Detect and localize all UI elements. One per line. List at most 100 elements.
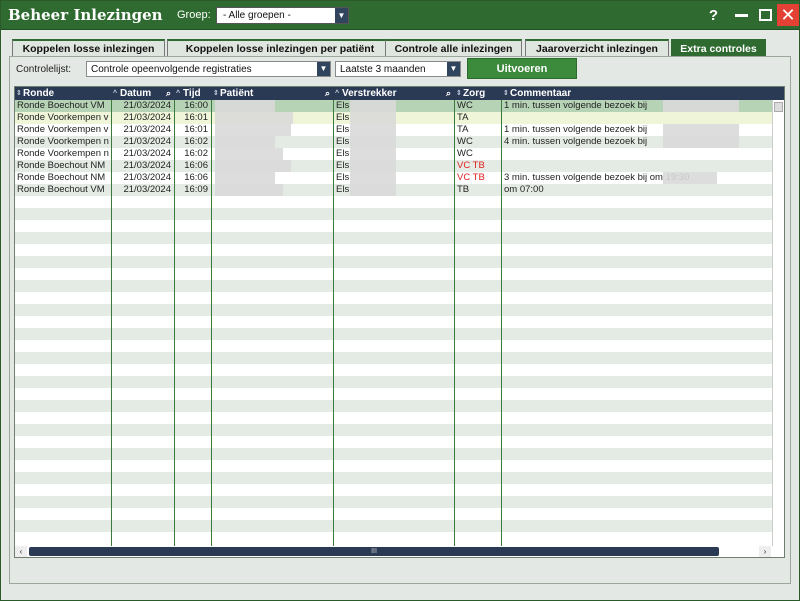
controlelijst-value: Controle opeenvolgende registraties [91, 64, 252, 75]
cell-commentaar [502, 160, 772, 172]
column-divider [174, 100, 175, 557]
redacted-name [663, 124, 739, 136]
sort-icon[interactable]: ^ [113, 87, 117, 100]
sort-icon[interactable]: ⇕ [16, 87, 22, 100]
column-label: Datum [120, 88, 152, 99]
cell-zorg: TA [457, 124, 469, 135]
group-label: Groep: [177, 9, 211, 21]
cell-tijd: 16:06 [184, 160, 208, 171]
title-bar: Beheer Inlezingen Groep: - Alle groepen … [1, 1, 799, 30]
table-row[interactable]: Ronde Voorkempen v 21/03/2024 16:01 Els TA [15, 112, 772, 124]
redacted-patient [215, 172, 275, 184]
cell-commentaar: 3 min. tussen volgende bezoek bij om 19:… [504, 172, 690, 183]
scroll-thumb[interactable] [774, 102, 783, 112]
redacted-verstrekker [350, 172, 396, 184]
scroll-thumb[interactable]: III [29, 547, 719, 556]
table-row [15, 268, 772, 280]
column-header-patient[interactable]: ⇕ Patiënt ⌕ [212, 87, 333, 100]
redacted-name [663, 172, 717, 184]
column-header-verstrekker[interactable]: ^ Verstrekker ⌕ [334, 87, 454, 100]
table-row [15, 364, 772, 376]
results-table: ⇕ Ronde ^ Datum ⌕ ^ Tijd ⇕ Patiënt ⌕ ^ Verstrek… [14, 86, 785, 558]
redacted-patient [215, 160, 291, 172]
cell-tijd: 16:01 [184, 124, 208, 135]
cell-zorg: TB [457, 184, 470, 195]
table-row [15, 328, 772, 340]
cell-datum: 21/03/2024 [123, 136, 171, 147]
table-row [15, 304, 772, 316]
table-row [15, 400, 772, 412]
table-row[interactable]: Ronde Voorkempen n 21/03/2024 16:02 Els WC [15, 148, 772, 160]
sort-icon[interactable]: ^ [176, 87, 180, 100]
period-value: Laatste 3 maanden [340, 64, 426, 75]
tab-controle-alle[interactable]: Controle alle inlezingen [385, 39, 522, 56]
sort-icon[interactable]: ⇕ [503, 87, 509, 100]
vertical-scrollbar[interactable] [772, 100, 784, 546]
table-row [15, 448, 772, 460]
table-row[interactable]: Ronde Voorkempen n 21/03/2024 16:02 Els WC 4 … [15, 136, 772, 148]
cell-datum: 21/03/2024 [123, 160, 171, 171]
tab-koppelen-losse[interactable]: Koppelen losse inlezingen [12, 39, 165, 56]
column-divider [454, 100, 455, 557]
column-label: Verstrekker [342, 88, 397, 99]
tab-koppelen-per-patient[interactable]: Koppelen losse inlezingen per patiënt [167, 39, 393, 56]
column-label: Tijd [183, 88, 201, 99]
table-row [15, 256, 772, 268]
minimize-icon [735, 14, 748, 17]
column-divider [111, 100, 112, 557]
maximize-button[interactable] [756, 6, 775, 25]
chevron-down-icon[interactable]: ▼ [335, 8, 348, 23]
search-icon[interactable]: ⌕ [446, 87, 451, 100]
cell-zorg: VC TB [457, 160, 485, 171]
table-row[interactable]: Ronde Voorkempen v 21/03/2024 16:01 Els TA 1 … [15, 124, 772, 136]
table-row [15, 520, 772, 532]
column-header-ronde[interactable]: ⇕ Ronde [15, 87, 111, 100]
close-button[interactable]: ✕ [777, 4, 799, 26]
redacted-verstrekker [350, 112, 396, 124]
controlelijst-label: Controlelijst: [16, 64, 72, 75]
table-row [15, 484, 772, 496]
table-row [15, 232, 772, 244]
cell-zorg: WC [457, 148, 473, 159]
table-row [15, 340, 772, 352]
table-row[interactable]: Ronde Boechout NM 21/03/2024 16:06 Els VC TB [15, 160, 772, 172]
column-header-tijd[interactable]: ^ Tijd [175, 87, 211, 100]
horizontal-scrollbar[interactable]: ‹ III › [15, 546, 772, 557]
controlelijst-select[interactable]: Controle opeenvolgende registraties ▼ [86, 61, 331, 77]
tab-jaaroverzicht[interactable]: Jaaroverzicht inlezingen [525, 39, 669, 56]
group-dropdown[interactable]: - Alle groepen - ▼ [216, 7, 349, 24]
sort-icon[interactable]: ⇕ [213, 87, 219, 100]
uitvoeren-button[interactable]: Uitvoeren [467, 58, 577, 79]
search-icon[interactable]: ⌕ [325, 87, 330, 100]
redacted-verstrekker [350, 160, 396, 172]
help-button[interactable]: ? [704, 6, 723, 25]
group-value: - Alle groepen - [223, 10, 291, 21]
cell-commentaar: om 07:00 [504, 184, 544, 195]
cell-ronde: Ronde Boechout VM [17, 184, 105, 195]
redacted-patient [215, 184, 283, 196]
sort-icon[interactable]: ⇕ [456, 87, 462, 100]
table-row [15, 376, 772, 388]
search-icon[interactable]: ⌕ [166, 87, 171, 100]
table-row[interactable]: Ronde Boechout VM 21/03/2024 16:00 Els WC 1 m… [15, 100, 772, 112]
sort-icon[interactable]: ^ [335, 87, 339, 100]
table-row[interactable]: Ronde Boechout NM 21/03/2024 16:06 Els VC TB… [15, 172, 772, 184]
chevron-down-icon[interactable]: ▼ [317, 62, 330, 76]
column-header-commentaar[interactable]: ⇕ Commentaar [502, 87, 772, 100]
chevron-right-icon[interactable]: › [759, 546, 771, 557]
chevron-down-icon[interactable]: ▼ [447, 62, 460, 76]
table-row [15, 508, 772, 520]
tab-extra-controles[interactable]: Extra controles [671, 39, 766, 56]
column-header-zorg[interactable]: ⇕ Zorg [455, 87, 501, 100]
cell-tijd: 16:01 [184, 112, 208, 123]
period-select[interactable]: Laatste 3 maanden ▼ [335, 61, 461, 77]
table-row[interactable]: Ronde Boechout VM 21/03/2024 16:09 Els TB om… [15, 184, 772, 196]
cell-tijd: 16:02 [184, 136, 208, 147]
column-divider [333, 100, 334, 557]
table-row [15, 220, 772, 232]
minimize-button[interactable] [732, 6, 751, 25]
column-header-datum[interactable]: ^ Datum ⌕ [112, 87, 174, 100]
cell-ronde: Ronde Voorkempen n [17, 148, 109, 159]
chevron-left-icon[interactable]: ‹ [15, 546, 27, 557]
cell-ronde: Ronde Voorkempen v [17, 112, 109, 123]
